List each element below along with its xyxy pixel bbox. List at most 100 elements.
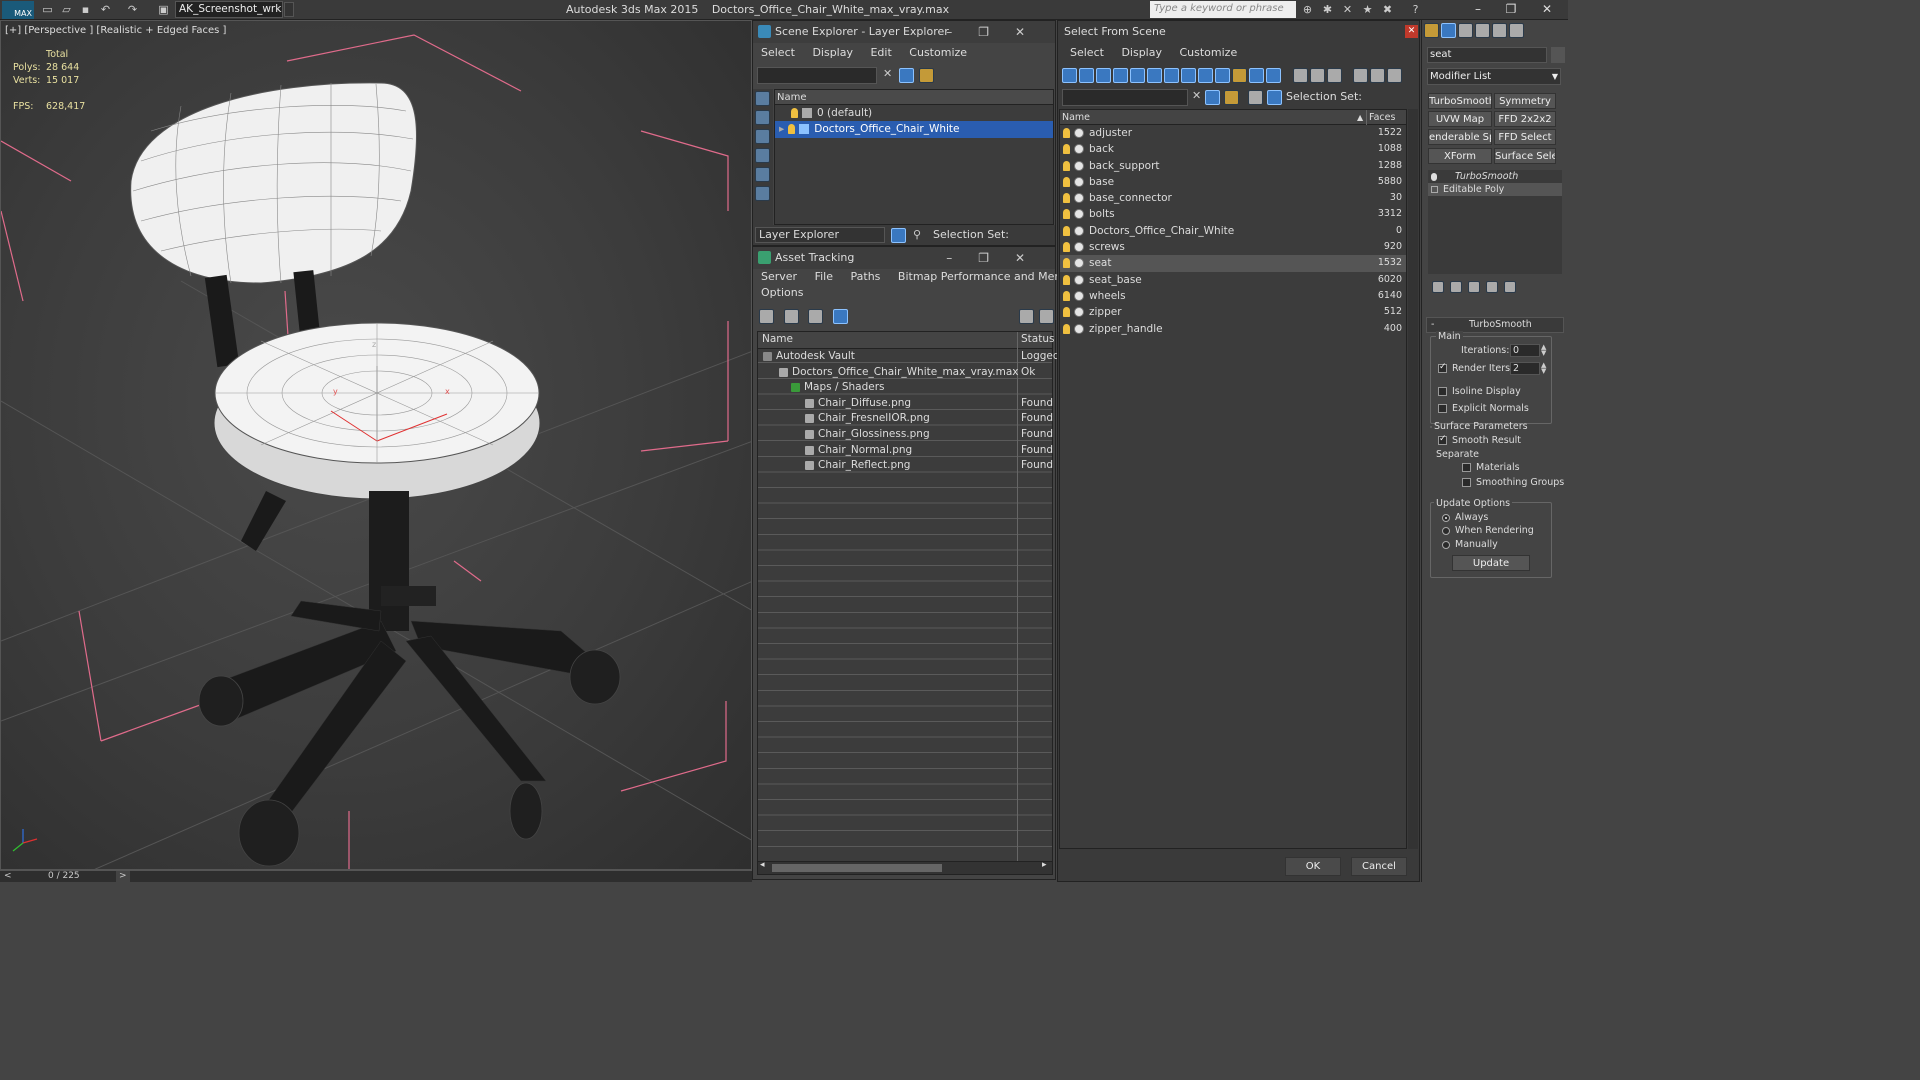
- visibility-bulb-icon[interactable]: [1063, 176, 1070, 187]
- ok-button[interactable]: OK: [1285, 857, 1341, 876]
- explorer-type-dropdown[interactable]: Layer Explorer: [755, 227, 885, 243]
- col-name[interactable]: Name: [1062, 110, 1090, 125]
- layer-row-default[interactable]: 0 (default): [775, 105, 1053, 121]
- stack-item-editable-poly[interactable]: Editable Poly: [1428, 183, 1562, 196]
- star-icon[interactable]: ★: [1360, 2, 1375, 17]
- scene-explorer-titlebar[interactable]: Scene Explorer - Layer Explorer –❐✕: [753, 21, 1055, 43]
- motion-tab-icon[interactable]: [1475, 23, 1490, 38]
- display-tab-icon[interactable]: [1492, 23, 1507, 38]
- asset-row[interactable]: Chair_Glossiness.png Found: [758, 427, 1053, 443]
- clear-search-icon[interactable]: ✕: [1192, 89, 1201, 102]
- filter-spacewarps-icon[interactable]: [1147, 68, 1162, 83]
- tools-icon[interactable]: ✱: [1320, 2, 1335, 17]
- asset-row[interactable]: Autodesk Vault Logged: [758, 349, 1060, 365]
- display-helpers-icon[interactable]: [755, 167, 770, 182]
- object-row[interactable]: base 5880: [1060, 174, 1406, 190]
- render-iters-spinner-arrows-icon[interactable]: ▲ ▼: [1541, 362, 1546, 375]
- object-list-vscrollbar[interactable]: [1408, 109, 1418, 849]
- asset-col-name[interactable]: Name: [762, 333, 793, 345]
- filter-icon[interactable]: [899, 68, 914, 83]
- stack-item-turbosmooth[interactable]: TurboSmooth: [1428, 170, 1562, 183]
- select-none-icon[interactable]: [1309, 68, 1325, 83]
- manually-row[interactable]: Manually: [1442, 539, 1498, 550]
- workspace-icon[interactable]: ▣: [156, 2, 171, 17]
- layer-icon[interactable]: [1248, 90, 1263, 105]
- visibility-bulb-icon[interactable]: [1063, 144, 1070, 155]
- layer-options-icon[interactable]: [919, 68, 934, 83]
- pin-stack-icon[interactable]: [1432, 281, 1444, 293]
- visibility-bulb-icon[interactable]: [788, 124, 796, 135]
- filter-icon[interactable]: [1205, 90, 1220, 105]
- modifier-list-dropdown[interactable]: Modifier List ▼: [1427, 68, 1561, 85]
- scroll-right-icon[interactable]: ▸: [1042, 860, 1047, 870]
- asset-hscrollbar[interactable]: ◂ ▸: [757, 860, 1053, 875]
- display-cameras-icon[interactable]: [755, 148, 770, 163]
- asset-row[interactable]: Chair_Reflect.png Found: [758, 458, 1053, 474]
- render-iters-spinner[interactable]: 2: [1510, 362, 1540, 375]
- ffd-button[interactable]: FFD 2x2x2: [1494, 111, 1556, 127]
- find-case-icon[interactable]: [1224, 90, 1239, 105]
- menu-file[interactable]: File: [815, 270, 833, 283]
- asset-settings-icon[interactable]: [1039, 309, 1054, 324]
- scroll-left-icon[interactable]: ◂: [760, 860, 765, 870]
- redo-icon[interactable]: ↷: [125, 2, 140, 17]
- filter-bones-icon[interactable]: [1198, 68, 1213, 83]
- workspace-dropdown[interactable]: AK_Screenshot_wrksp: [175, 1, 283, 18]
- menu-options[interactable]: Options: [761, 286, 803, 299]
- visibility-bulb-icon[interactable]: [1063, 193, 1070, 204]
- display-spacewarps-icon[interactable]: [755, 186, 770, 201]
- remove-modifier-icon[interactable]: [1486, 281, 1498, 293]
- visibility-bulb-icon[interactable]: [1063, 274, 1070, 285]
- select-dialog-close-button[interactable]: ✕: [1405, 25, 1418, 38]
- visibility-bulb-icon[interactable]: [1063, 160, 1070, 171]
- renderable-spline-button[interactable]: enderable Splir: [1428, 129, 1492, 145]
- bulb-icon[interactable]: [1431, 172, 1437, 181]
- object-row[interactable]: base_connector 30: [1060, 190, 1406, 206]
- surface-select-button[interactable]: Surface Select: [1494, 148, 1556, 164]
- menu-display[interactable]: Display: [812, 46, 853, 59]
- grid-view-icon[interactable]: [832, 309, 848, 324]
- visibility-bulb-icon[interactable]: [1063, 225, 1070, 236]
- iterations-spinner-arrows-icon[interactable]: ▲ ▼: [1541, 344, 1546, 357]
- update-button[interactable]: Update: [1452, 555, 1530, 571]
- visibility-bulb-icon[interactable]: [791, 108, 798, 118]
- binoculars-icon[interactable]: ⊕: [1300, 2, 1315, 17]
- save-icon[interactable]: ▪: [78, 2, 93, 17]
- filter-frozen-icon[interactable]: [1232, 68, 1247, 83]
- workspace-menu-icon[interactable]: [284, 2, 294, 17]
- asset-tracking-titlebar[interactable]: Asset Tracking –❐✕: [753, 247, 1055, 269]
- isoline-row[interactable]: Isoline Display: [1438, 386, 1521, 397]
- object-row[interactable]: Doctors_Office_Chair_White 0: [1060, 223, 1406, 239]
- asset-row[interactable]: Maps / Shaders: [758, 380, 1052, 396]
- create-tab-icon[interactable]: [1424, 23, 1439, 38]
- select-invert-icon[interactable]: [1326, 68, 1342, 83]
- col-faces[interactable]: Faces: [1369, 110, 1395, 125]
- maximize-button[interactable]: ❐: [1496, 0, 1526, 20]
- asset-row[interactable]: Chair_FresnelIOR.png Found: [758, 411, 1053, 427]
- filter-hidden-icon[interactable]: [1249, 68, 1264, 83]
- materials-checkbox[interactable]: [1462, 463, 1471, 472]
- select-all-icon[interactable]: [1292, 68, 1308, 83]
- layer-row-chair[interactable]: ▸ Doctors_Office_Chair_White: [775, 121, 1053, 138]
- manually-radio[interactable]: [1442, 540, 1450, 549]
- visibility-bulb-icon[interactable]: [1063, 258, 1070, 269]
- filter-containers-icon[interactable]: [1215, 68, 1230, 83]
- visibility-bulb-icon[interactable]: [1063, 323, 1070, 334]
- render-iters-checkbox[interactable]: [1438, 362, 1447, 373]
- object-row[interactable]: zipper_handle 400: [1060, 321, 1406, 337]
- object-row[interactable]: back_support 1288: [1060, 158, 1406, 174]
- list-view-icon[interactable]: [783, 309, 799, 324]
- asset-row[interactable]: Doctors_Office_Chair_White_max_vray.max O…: [758, 365, 1052, 381]
- display-shapes-icon[interactable]: [755, 110, 770, 125]
- isoline-checkbox[interactable]: [1438, 387, 1447, 396]
- layer-column-name[interactable]: Name: [775, 90, 1053, 105]
- menu-select[interactable]: Select: [1070, 46, 1104, 59]
- filter-xrefs-icon[interactable]: [1181, 68, 1196, 83]
- object-row[interactable]: zipper 512: [1060, 304, 1406, 320]
- funnel-icon[interactable]: [1353, 68, 1368, 83]
- hierarchy-icon[interactable]: ⚲: [913, 225, 921, 245]
- display-geometry-icon[interactable]: [755, 91, 770, 106]
- object-row[interactable]: adjuster 1522: [1060, 125, 1406, 141]
- menu-server[interactable]: Server: [761, 270, 797, 283]
- sort-icon[interactable]: [1370, 68, 1385, 83]
